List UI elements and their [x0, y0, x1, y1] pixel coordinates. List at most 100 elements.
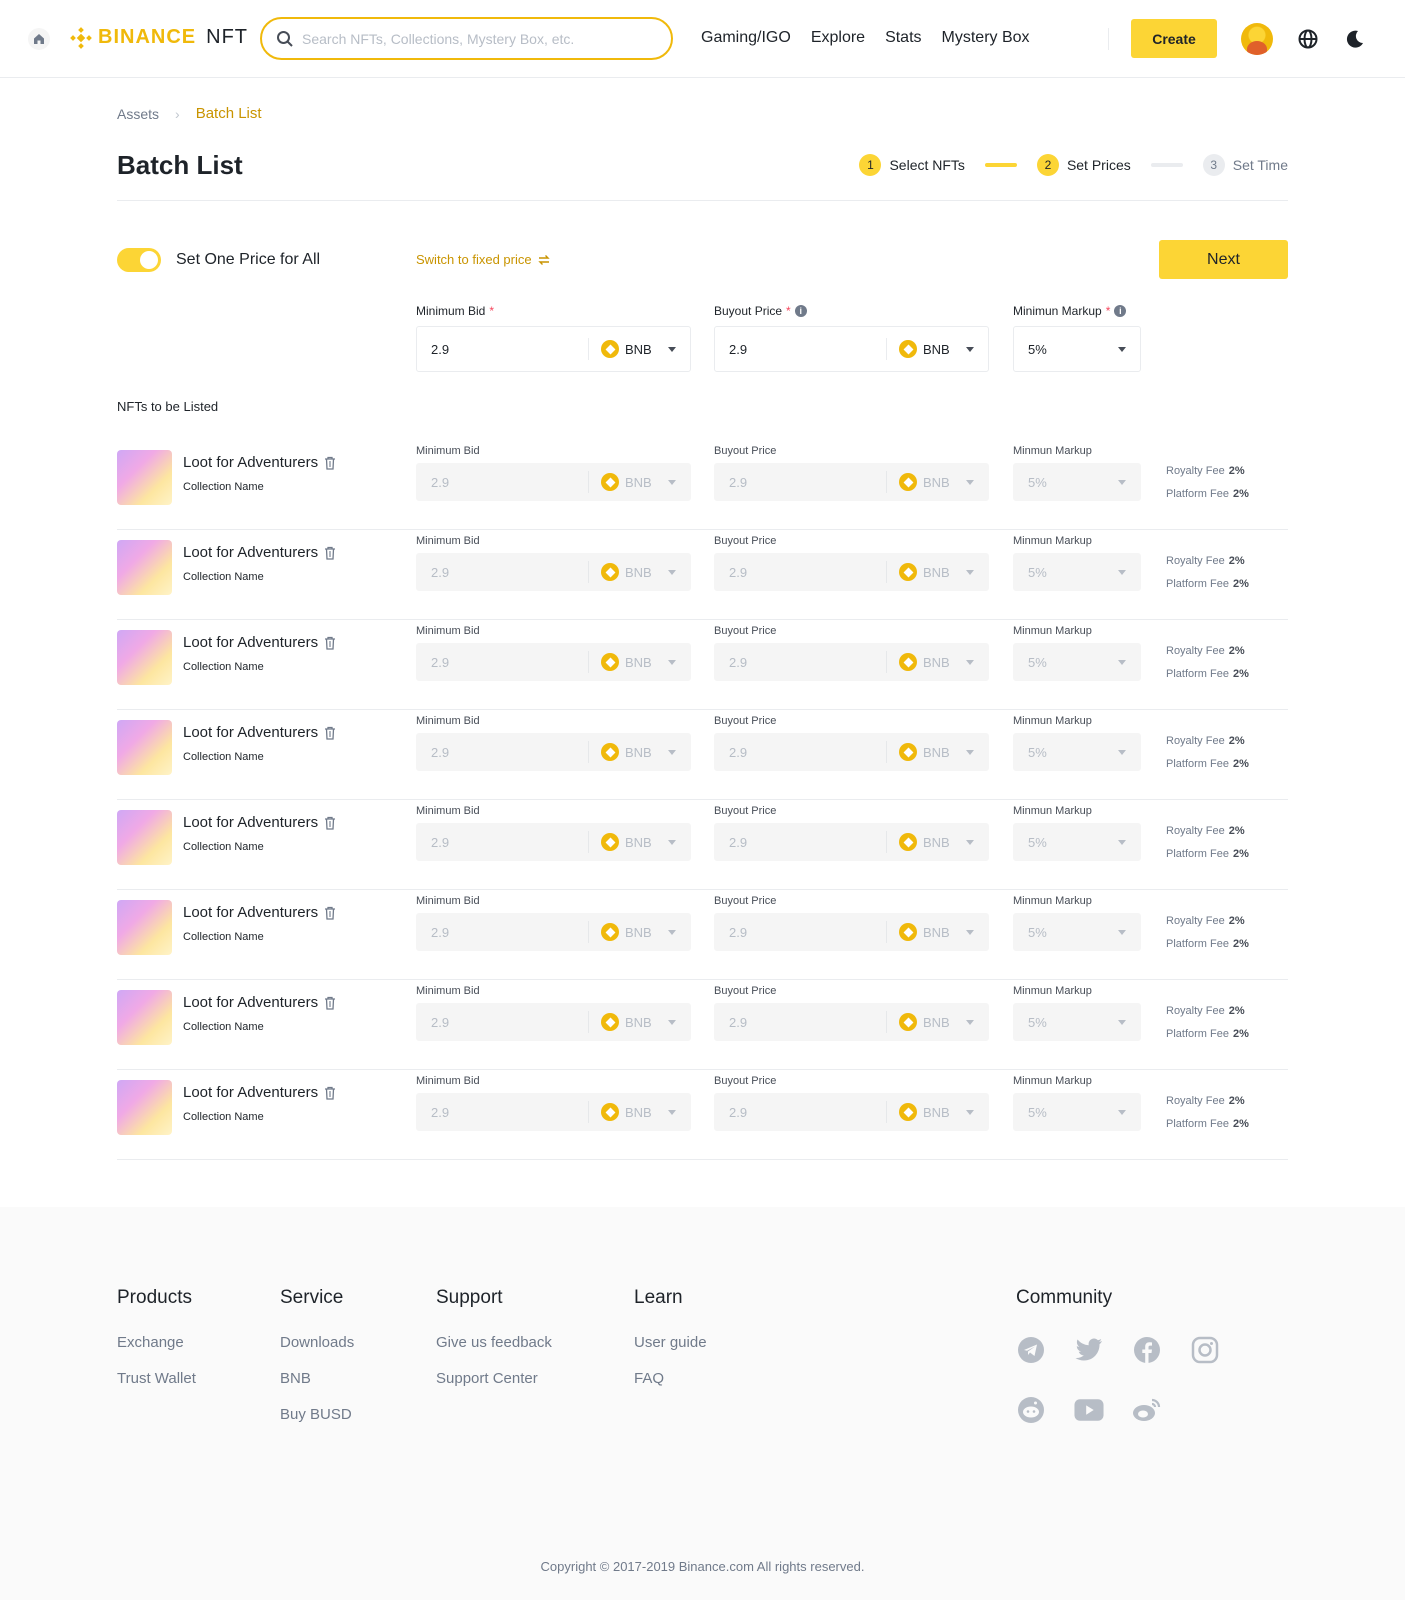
row-buyout-input[interactable]: 2.9 BNB [714, 1003, 989, 1041]
row-buyout-input[interactable]: 2.9 BNB [714, 913, 989, 951]
row-markup-select[interactable]: 5% [1013, 1003, 1141, 1041]
currency-select[interactable]: BNB [886, 561, 988, 583]
footer-link-user-guide[interactable]: User guide [634, 1334, 707, 1351]
one-price-toggle[interactable] [117, 248, 161, 272]
row-buyout-input[interactable]: 2.9 BNB [714, 463, 989, 501]
instagram-icon[interactable] [1190, 1335, 1220, 1365]
footer-link-support-center[interactable]: Support Center [436, 1370, 552, 1387]
bnb-icon [899, 923, 917, 941]
row-buyout-input[interactable]: 2.9 BNB [714, 643, 989, 681]
row-min-bid-input[interactable]: 2.9 BNB [416, 463, 691, 501]
trash-icon[interactable] [324, 816, 336, 830]
row-markup-select[interactable]: 5% [1013, 733, 1141, 771]
currency-select[interactable]: BNB [588, 741, 690, 763]
moon-icon[interactable] [1344, 28, 1366, 50]
row-markup-select[interactable]: 5% [1013, 553, 1141, 591]
breadcrumb-assets[interactable]: Assets [117, 106, 159, 122]
search-input[interactable] [302, 30, 662, 47]
footer-link-exchange[interactable]: Exchange [117, 1334, 196, 1351]
currency-select[interactable]: BNB [588, 1011, 690, 1033]
trash-icon[interactable] [324, 996, 336, 1010]
currency-select[interactable]: BNB [886, 338, 988, 360]
youtube-icon[interactable] [1074, 1395, 1104, 1425]
reddit-icon[interactable] [1016, 1395, 1046, 1425]
info-icon[interactable]: i [1114, 305, 1127, 317]
globe-icon[interactable] [1297, 28, 1319, 50]
min-bid-label: Minimum Bid * [416, 304, 494, 318]
row-min-bid-input[interactable]: 2.9 BNB [416, 913, 691, 951]
nav-explore[interactable]: Explore [811, 29, 865, 47]
trash-icon[interactable] [324, 906, 336, 920]
row-markup-select[interactable]: 5% [1013, 643, 1141, 681]
currency-select[interactable]: BNB [886, 831, 988, 853]
currency-select[interactable]: BNB [886, 1011, 988, 1033]
twitter-icon[interactable] [1074, 1335, 1104, 1365]
currency-select[interactable]: BNB [588, 471, 690, 493]
currency-select[interactable]: BNB [886, 921, 988, 943]
currency-select[interactable]: BNB [886, 651, 988, 673]
row-min-bid-input[interactable]: 2.9 BNB [416, 1093, 691, 1131]
telegram-icon[interactable] [1016, 1335, 1046, 1365]
nav-gaming-igo[interactable]: Gaming/IGO [701, 29, 791, 47]
markup-label: Minimun Markup * i [1013, 304, 1127, 318]
buyout-input[interactable]: 2.9 BNB [714, 326, 989, 372]
currency-select[interactable]: BNB [588, 1101, 690, 1123]
row-min-bid-input[interactable]: 2.9 BNB [416, 733, 691, 771]
next-button[interactable]: Next [1159, 240, 1288, 279]
currency-select[interactable]: BNB [886, 741, 988, 763]
nft-collection: Collection Name [183, 661, 264, 673]
royalty-fee-value: 2% [1228, 825, 1245, 837]
footer-link-faq[interactable]: FAQ [634, 1370, 707, 1387]
weibo-icon[interactable] [1132, 1395, 1162, 1425]
min-bid-value[interactable]: 2.9 [417, 342, 588, 357]
nav-mystery-box[interactable]: Mystery Box [942, 29, 1030, 47]
home-button[interactable] [28, 28, 50, 50]
currency-select[interactable]: BNB [588, 561, 690, 583]
currency-select[interactable]: BNB [588, 338, 690, 360]
currency-select[interactable]: BNB [588, 921, 690, 943]
row-markup-value: 5% [1028, 654, 1047, 670]
row-min-bid-input[interactable]: 2.9 BNB [416, 643, 691, 681]
user-avatar[interactable] [1241, 23, 1273, 55]
row-markup-select[interactable]: 5% [1013, 463, 1141, 501]
row-markup-select[interactable]: 5% [1013, 1093, 1141, 1131]
trash-icon[interactable] [324, 726, 336, 740]
buyout-value[interactable]: 2.9 [715, 342, 886, 357]
info-icon[interactable]: i [794, 305, 807, 317]
row-buyout-input[interactable]: 2.9 BNB [714, 553, 989, 591]
facebook-icon[interactable] [1132, 1335, 1162, 1365]
switch-fixed-price-link[interactable]: Switch to fixed price [416, 252, 550, 267]
currency-select[interactable]: BNB [886, 1101, 988, 1123]
row-buyout-value: 2.9 [729, 654, 748, 670]
binance-nft-logo[interactable]: BINANCE NFT [70, 26, 248, 49]
create-button[interactable]: Create [1131, 19, 1217, 58]
nft-name: Loot for Adventurers [183, 544, 336, 561]
markup-select[interactable]: 5% [1013, 326, 1141, 372]
trash-icon[interactable] [324, 1086, 336, 1100]
trash-icon[interactable] [324, 546, 336, 560]
row-buyout-input[interactable]: 2.9 BNB [714, 1093, 989, 1131]
footer-link-downloads[interactable]: Downloads [280, 1334, 354, 1351]
currency-select[interactable]: BNB [588, 831, 690, 853]
footer-link-trust-wallet[interactable]: Trust Wallet [117, 1370, 196, 1387]
nav-divider [1108, 28, 1109, 50]
row-markup-select[interactable]: 5% [1013, 823, 1141, 861]
royalty-fee-value: 2% [1228, 1095, 1245, 1107]
bnb-icon [899, 1013, 917, 1031]
currency-select[interactable]: BNB [588, 651, 690, 673]
footer-link-bnb[interactable]: BNB [280, 1370, 354, 1387]
row-min-bid-input[interactable]: 2.9 BNB [416, 823, 691, 861]
row-buyout-input[interactable]: 2.9 BNB [714, 823, 989, 861]
trash-icon[interactable] [324, 456, 336, 470]
min-bid-input[interactable]: 2.9 BNB [416, 326, 691, 372]
footer-link-feedback[interactable]: Give us feedback [436, 1334, 552, 1351]
row-buyout-input[interactable]: 2.9 BNB [714, 733, 989, 771]
currency-select[interactable]: BNB [886, 471, 988, 493]
search-bar[interactable] [260, 17, 673, 60]
trash-icon[interactable] [324, 636, 336, 650]
row-min-bid-input[interactable]: 2.9 BNB [416, 553, 691, 591]
footer-link-buy-busd[interactable]: Buy BUSD [280, 1406, 354, 1423]
nav-stats[interactable]: Stats [885, 29, 921, 47]
row-markup-select[interactable]: 5% [1013, 913, 1141, 951]
row-min-bid-input[interactable]: 2.9 BNB [416, 1003, 691, 1041]
